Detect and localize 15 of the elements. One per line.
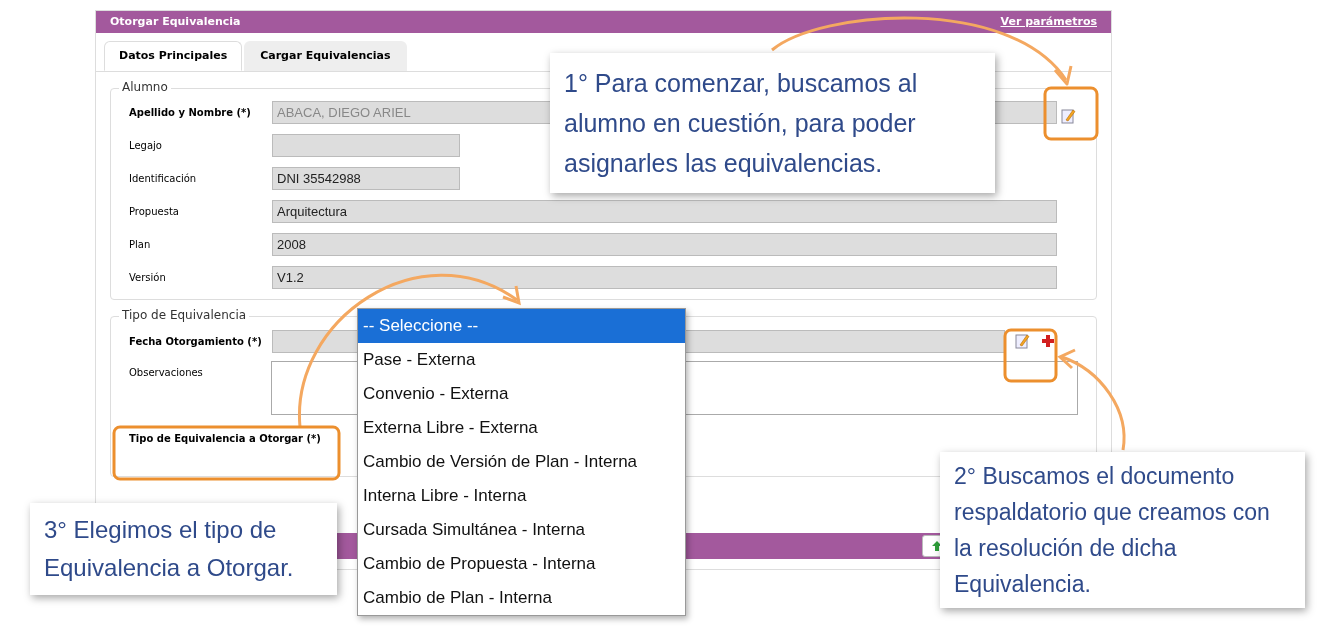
window-title: Otorgar Equivalencia [110, 13, 241, 30]
field-label: Identificación [129, 172, 198, 186]
field-label: Plan [129, 238, 152, 252]
field-label: Versión [129, 271, 167, 285]
fieldset-legend: Alumno [119, 81, 171, 93]
field-label: Fecha Otorgamiento (*) [129, 334, 263, 349]
field-label: Observaciones [129, 366, 204, 380]
field-label: Apellido y Nombre (*) [129, 106, 252, 120]
field-label: Tipo de Equivalencia a Otorgar (*) [129, 432, 321, 446]
fieldset-legend: Tipo de Equivalencia [119, 309, 250, 321]
field-label: Legajo [129, 139, 163, 153]
field-label: Propuesta [129, 205, 180, 219]
callout-tooltip: 1° Para comenzar, buscamos al alumno en cuestión, para poder asignarles las equivalencias. [550, 53, 995, 193]
callout-tooltip: 2° Buscamos el documento respaldatorio que creamos con la resolución de dicha Equivalencia. [940, 452, 1305, 608]
callout-tooltip: 3° Elegimos el tipo de Equivalencia a Otorgar. [30, 503, 337, 595]
